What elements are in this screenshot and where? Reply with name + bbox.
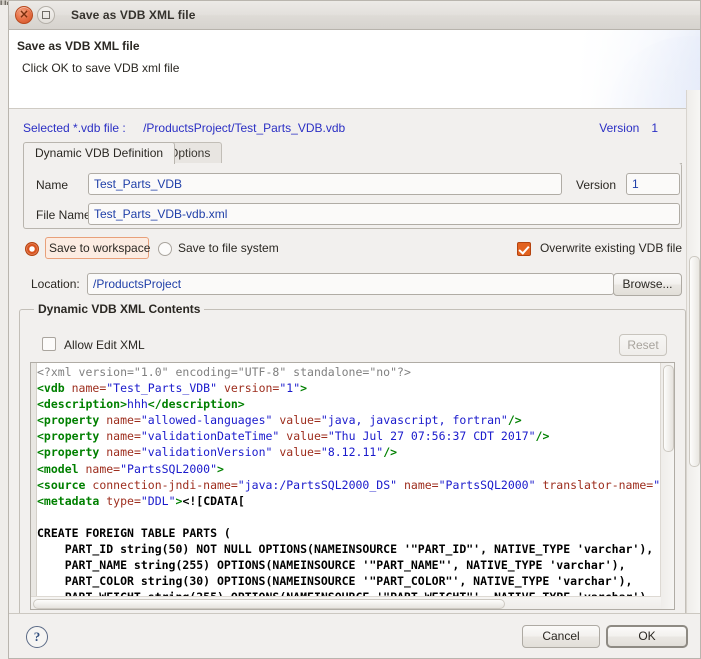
cancel-button[interactable]: Cancel bbox=[522, 625, 600, 648]
xml-code-text: <?xml version="1.0" encoding="UTF-8" sta… bbox=[37, 364, 661, 609]
dialog-titlebar: Save as VDB XML file bbox=[9, 1, 700, 30]
checkbox-overwrite-existing-vdb-label[interactable]: Overwrite existing VDB file bbox=[540, 241, 682, 255]
file-name-label: File Name bbox=[36, 208, 91, 222]
code-vertical-scrollbar[interactable] bbox=[660, 363, 674, 609]
file-name-input[interactable] bbox=[88, 203, 680, 225]
location-input[interactable] bbox=[87, 273, 614, 295]
name-input[interactable] bbox=[88, 173, 562, 195]
tab-bar: Dynamic VDB Definition Options bbox=[23, 142, 682, 164]
radio-save-to-file-system-label[interactable]: Save to file system bbox=[178, 241, 279, 255]
radio-save-to-workspace-label[interactable]: Save to workspace bbox=[49, 241, 150, 255]
version-input[interactable] bbox=[626, 173, 680, 195]
dynamic-vdb-xml-contents-group: Dynamic VDB XML Contents Allow Edit XML … bbox=[19, 302, 686, 621]
reset-button[interactable]: Reset bbox=[619, 334, 667, 356]
code-vertical-scroll-thumb[interactable] bbox=[663, 365, 674, 452]
location-label: Location: bbox=[31, 277, 80, 291]
dialog-title: Save as VDB XML file bbox=[71, 8, 196, 22]
banner-mask bbox=[500, 30, 700, 108]
allow-edit-row: Allow Edit XML Reset bbox=[32, 334, 675, 356]
dialog-body: Selected *.vdb file : /ProductsProject/T… bbox=[9, 109, 700, 631]
dialog-vertical-scroll-thumb[interactable] bbox=[689, 256, 700, 467]
tab-dynamic-vdb-definition[interactable]: Dynamic VDB Definition bbox=[23, 142, 176, 164]
xml-code-viewer[interactable]: <?xml version="1.0" encoding="UTF-8" sta… bbox=[30, 362, 675, 610]
checkbox-allow-edit-xml-label[interactable]: Allow Edit XML bbox=[64, 338, 145, 352]
close-icon[interactable] bbox=[15, 5, 33, 24]
ok-button[interactable]: OK bbox=[606, 625, 688, 648]
code-horizontal-scrollbar[interactable] bbox=[31, 596, 661, 609]
code-horizontal-scroll-thumb[interactable] bbox=[33, 599, 505, 609]
dynamic-vdb-definition-panel: Name Version File Name bbox=[23, 163, 682, 229]
checkbox-overwrite-existing-vdb[interactable] bbox=[517, 242, 531, 256]
selected-file-version-value: 1 bbox=[651, 121, 658, 135]
version-label: Version bbox=[576, 178, 617, 192]
dialog-banner: Save as VDB XML file Click OK to save VD… bbox=[9, 30, 700, 109]
selected-file-version-label: Version bbox=[599, 121, 640, 135]
banner-title: Save as VDB XML file bbox=[17, 39, 140, 53]
save-target-row: Save to workspace Save to file system Ov… bbox=[23, 237, 682, 262]
name-label: Name bbox=[36, 178, 69, 192]
radio-save-to-workspace[interactable] bbox=[25, 242, 39, 256]
dialog-footer: ? Cancel OK bbox=[9, 613, 700, 658]
maximize-icon[interactable] bbox=[37, 6, 55, 24]
dynamic-vdb-xml-contents-title: Dynamic VDB XML Contents bbox=[34, 302, 205, 316]
selected-file-label: Selected *.vdb file : bbox=[23, 121, 126, 135]
help-icon[interactable]: ? bbox=[26, 626, 48, 648]
location-row: Location: Browse... bbox=[23, 273, 682, 297]
selected-file-row: Selected *.vdb file : /ProductsProject/T… bbox=[23, 121, 682, 137]
selected-file-version: Version 1 bbox=[599, 121, 658, 135]
banner-subtitle: Click OK to save VDB xml file bbox=[22, 61, 180, 75]
dialog-vertical-scrollbar[interactable] bbox=[686, 90, 700, 614]
screen: Untitled Save as VDB XML file Save as VD… bbox=[0, 0, 701, 659]
radio-save-to-file-system[interactable] bbox=[158, 242, 172, 256]
save-as-vdb-xml-dialog: Save as VDB XML file Save as VDB XML fil… bbox=[8, 0, 701, 659]
checkbox-allow-edit-xml[interactable] bbox=[42, 337, 56, 351]
browse-button[interactable]: Browse... bbox=[613, 273, 682, 296]
selected-file-path: /ProductsProject/Test_Parts_VDB.vdb bbox=[143, 121, 346, 135]
